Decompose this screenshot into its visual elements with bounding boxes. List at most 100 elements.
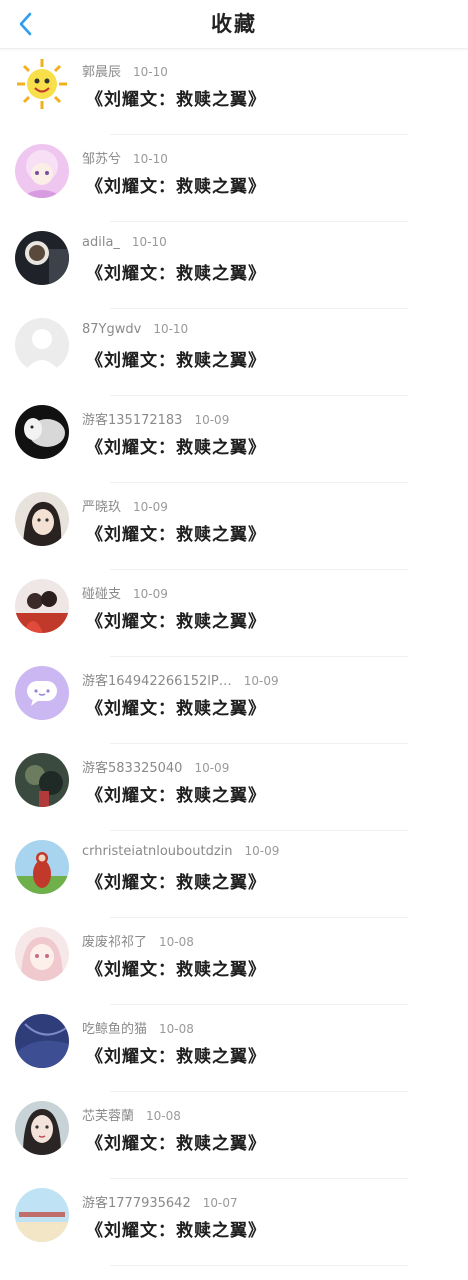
avatar [15,1188,69,1242]
dark-photo-avatar-icon [15,231,69,285]
book-title[interactable]: 《刘耀文：救赎之翼》 [86,172,266,197]
book-title[interactable]: 《刘耀文：救赎之翼》 [86,781,266,806]
item-meta: 废废祁祁了 10-08 [82,931,194,950]
blue-fabric-avatar-icon [15,1014,69,1068]
list-item[interactable]: 废废祁祁了 10-08 《刘耀文：救赎之翼》 [0,918,468,1005]
favorites-list: 郭晨辰 10-10 《刘耀文：救赎之翼》 邹苏兮 10-10 《刘耀文：救赎之翼》 [0,48,468,1266]
list-item[interactable]: 游客583325040 10-09 《刘耀文：救赎之翼》 [0,744,468,831]
item-meta: 吃鲸鱼的猫 10-08 [82,1018,194,1037]
list-item[interactable]: 邹苏兮 10-10 《刘耀文：救赎之翼》 [0,135,468,222]
avatar [15,318,69,372]
list-item[interactable]: 游客135172183 10-09 《刘耀文：救赎之翼》 [0,396,468,483]
date: 10-09 [243,674,279,688]
item-meta: 游客1777935642 10-07 [82,1192,238,1211]
date: 10-10 [133,152,168,166]
date: 10-09 [133,587,168,601]
girl-portrait-avatar-icon [15,1101,69,1155]
list-item[interactable]: 碰碰支 10-09 《刘耀文：救赎之翼》 [0,570,468,657]
item-meta: crhristeiatnlouboutdzin 10-09 [82,844,279,859]
username[interactable]: 邹苏兮 [82,152,121,167]
list-item[interactable]: 严晓玖 10-09 《刘耀文：救赎之翼》 [0,483,468,570]
book-title[interactable]: 《刘耀文：救赎之翼》 [86,868,266,893]
item-meta: adila_ 10-10 [82,235,167,250]
date: 10-08 [159,935,194,949]
username[interactable]: 吃鲸鱼的猫 [82,1022,147,1037]
teletubby-avatar-icon [15,840,69,894]
chat-bubble-avatar-icon [15,666,69,720]
date: 10-09 [194,761,230,775]
list-item[interactable]: 游客164942266152lP… 10-09 《刘耀文：救赎之翼》 [0,657,468,744]
username[interactable]: adila_ [82,235,120,250]
list-item[interactable]: 游客1777935642 10-07 《刘耀文：救赎之翼》 [0,1179,468,1266]
username[interactable]: 郭晨辰 [82,65,121,80]
date: 10-10 [133,65,168,79]
book-title[interactable]: 《刘耀文：救赎之翼》 [86,259,266,284]
item-meta: 郭晨辰 10-10 [82,61,168,80]
date: 10-09 [244,844,280,858]
item-meta: 87Ygwdv 10-10 [82,322,188,337]
username[interactable]: 废废祁祁了 [82,935,147,950]
book-title[interactable]: 《刘耀文：救赎之翼》 [86,607,266,632]
date: 10-09 [133,500,168,514]
list-item[interactable]: adila_ 10-10 《刘耀文：救赎之翼》 [0,222,468,309]
username[interactable]: 游客164942266152lP… [82,674,232,689]
list-item[interactable]: 郭晨辰 10-10 《刘耀文：救赎之翼》 [0,48,468,135]
username[interactable]: 严晓玖 [82,500,121,515]
couple-photo-avatar-icon [15,579,69,633]
book-title[interactable]: 《刘耀文：救赎之翼》 [86,1042,266,1067]
item-meta: 游客583325040 10-09 [82,757,229,776]
avatar [15,231,69,285]
date: 10-08 [159,1022,194,1036]
anime-girl-avatar-icon [15,144,69,198]
list-item[interactable]: 芯芙蓉蘭 10-08 《刘耀文：救赎之翼》 [0,1092,468,1179]
username[interactable]: 87Ygwdv [82,322,141,337]
book-title[interactable]: 《刘耀文：救赎之翼》 [86,520,266,545]
avatar [15,927,69,981]
list-item[interactable]: 吃鲸鱼的猫 10-08 《刘耀文：救赎之翼》 [0,1005,468,1092]
avatar [15,579,69,633]
app-header: 收藏 [0,0,468,49]
avatar [15,57,69,111]
book-title[interactable]: 《刘耀文：救赎之翼》 [86,85,266,110]
avatar [15,1101,69,1155]
book-title[interactable]: 《刘耀文：救赎之翼》 [86,346,266,371]
avatar [15,405,69,459]
bw-photo-avatar-icon [15,405,69,459]
divider [110,1265,408,1266]
avatar [15,666,69,720]
book-title[interactable]: 《刘耀文：救赎之翼》 [86,1216,266,1241]
item-meta: 邹苏兮 10-10 [82,148,168,167]
username[interactable]: 游客1777935642 [82,1196,191,1211]
date: 10-09 [194,413,230,427]
book-title[interactable]: 《刘耀文：救赎之翼》 [86,694,266,719]
username[interactable]: 碰碰支 [82,587,121,602]
book-title[interactable]: 《刘耀文：救赎之翼》 [86,433,266,458]
dark-art-avatar-icon [15,753,69,807]
beach-text-avatar-icon [15,1188,69,1242]
item-meta: 游客135172183 10-09 [82,409,229,428]
avatar [15,840,69,894]
item-meta: 严晓玖 10-09 [82,496,168,515]
book-title[interactable]: 《刘耀文：救赎之翼》 [86,955,266,980]
list-item[interactable]: 87Ygwdv 10-10 《刘耀文：救赎之翼》 [0,309,468,396]
username[interactable]: 游客583325040 [82,761,182,776]
girl-photo-avatar-icon [15,492,69,546]
date: 10-10 [153,322,189,336]
avatar [15,492,69,546]
username[interactable]: 芯芙蓉蘭 [82,1109,134,1124]
avatar [15,1014,69,1068]
username[interactable]: crhristeiatnlouboutdzin [82,844,233,859]
item-meta: 游客164942266152lP… 10-09 [82,670,279,689]
list-item[interactable]: crhristeiatnlouboutdzin 10-09 《刘耀文：救赎之翼》 [0,831,468,918]
item-meta: 碰碰支 10-09 [82,583,168,602]
username[interactable]: 游客135172183 [82,413,182,428]
date: 10-08 [146,1109,181,1123]
item-meta: 芯芙蓉蘭 10-08 [82,1105,181,1124]
page-title: 收藏 [211,12,257,36]
date: 10-07 [202,1196,238,1210]
sun-avatar-icon [15,57,69,111]
avatar [15,753,69,807]
anime-pink-avatar-icon [15,927,69,981]
book-title[interactable]: 《刘耀文：救赎之翼》 [86,1129,266,1154]
default-person-avatar-icon [15,318,69,372]
